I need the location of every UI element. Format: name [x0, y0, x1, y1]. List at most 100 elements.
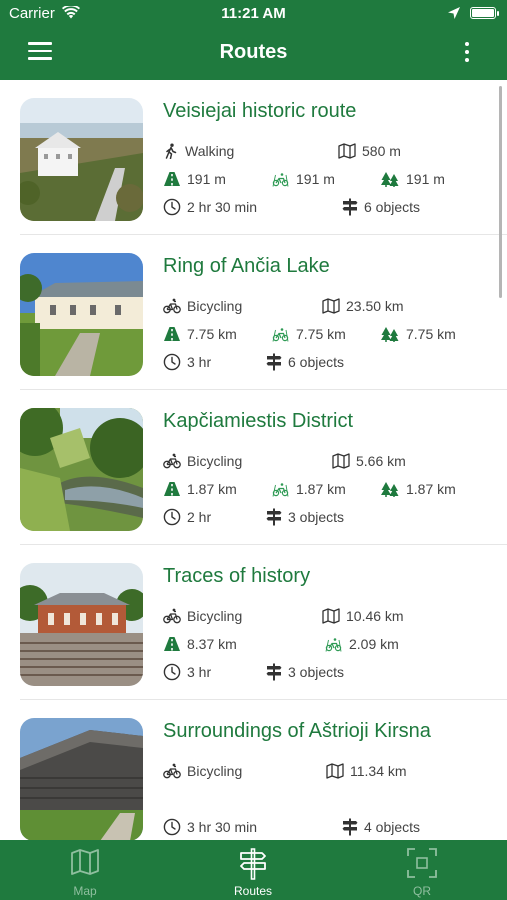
route-objects-value: 3 objects	[288, 509, 345, 525]
route-name[interactable]: Veisiejai historic route	[163, 100, 356, 123]
route-length-value: 23.50 km	[346, 298, 404, 314]
road-distance-value: 7.75 km	[187, 326, 237, 342]
bike-path-distance-value: 2.09 km	[349, 636, 399, 652]
road-distance: 1.87 km	[163, 481, 237, 497]
route-duration-value: 3 hr	[187, 354, 212, 370]
walking-icon	[163, 143, 179, 159]
clock-icon	[163, 508, 181, 526]
clock: 11:21 AM	[221, 5, 286, 22]
route-type-label: Walking	[185, 143, 235, 159]
location-arrow-icon	[447, 6, 461, 24]
route-name[interactable]: Kapčiamiestis District	[163, 410, 353, 433]
route-objects-value: 4 objects	[364, 819, 421, 835]
clock-icon	[163, 353, 181, 371]
route-thumbnail	[20, 253, 143, 376]
route-thumbnail	[20, 563, 143, 686]
road-distance-value: 8.37 km	[187, 636, 237, 652]
forest-distance-value: 7.75 km	[406, 326, 456, 342]
forest-distance: 1.87 km	[380, 481, 456, 497]
route-card[interactable]: Kapčiamiestis District Bicycling 5.66 km…	[0, 390, 507, 545]
route-objects: 6 objects	[266, 353, 344, 371]
bike-path-distance-value: 1.87 km	[296, 481, 346, 497]
qr-scan-icon	[407, 848, 437, 878]
signpost-icon	[342, 198, 358, 216]
bicycle-icon	[163, 763, 181, 779]
bike-path-distance-value: 7.75 km	[296, 326, 346, 342]
signpost-icon	[266, 663, 282, 681]
signpost-icon	[266, 508, 282, 526]
forest-distance: 191 m	[380, 171, 445, 187]
signpost-icon	[240, 848, 266, 880]
routes-list[interactable]: Veisiejai historic route Walking 580 m 1…	[0, 80, 507, 840]
route-type: Bicycling	[163, 608, 242, 624]
road-distance-value: 1.87 km	[187, 481, 237, 497]
route-objects: 6 objects	[342, 198, 420, 216]
route-objects-value: 3 objects	[288, 664, 345, 680]
map-icon	[332, 453, 350, 469]
route-duration-value: 3 hr	[187, 664, 212, 680]
more-options-icon[interactable]	[462, 42, 472, 64]
route-type-label: Bicycling	[187, 608, 243, 624]
bike-path-distance: 1.87 km	[272, 481, 346, 497]
signpost-icon	[342, 818, 358, 836]
route-thumbnail	[20, 98, 143, 221]
tab-label: Routes	[233, 884, 273, 898]
map-icon	[322, 608, 340, 624]
bike-path-distance: 191 m	[272, 171, 335, 187]
route-type-label: Bicycling	[187, 298, 243, 314]
route-card[interactable]: Surroundings of Aštrioji Kirsna Bicyclin…	[0, 700, 507, 840]
route-type-label: Bicycling	[187, 453, 243, 469]
route-length: 11.34 km	[326, 763, 407, 779]
route-name[interactable]: Traces of history	[163, 565, 310, 588]
bike-path-icon	[272, 326, 290, 342]
route-thumbnail	[20, 718, 143, 840]
route-card[interactable]: Traces of history Bicycling 10.46 km 8.3…	[0, 545, 507, 700]
road-distance: 191 m	[163, 171, 226, 187]
route-card[interactable]: Ring of Ančia Lake Bicycling 23.50 km 7.…	[0, 235, 507, 390]
status-bar: Carrier 11:21 AM	[0, 0, 507, 28]
bicycle-icon	[163, 453, 181, 469]
tab-qr[interactable]: QR	[362, 840, 482, 900]
route-type: Bicycling	[163, 298, 242, 314]
route-length: 10.46 km	[322, 608, 404, 624]
tab-map[interactable]: Map	[25, 840, 145, 900]
road-icon	[163, 636, 181, 652]
forest-icon	[380, 326, 400, 342]
bike-path-icon	[272, 171, 290, 187]
route-thumbnail	[20, 408, 143, 531]
route-duration: 2 hr 30 min	[163, 198, 257, 216]
road-icon	[163, 326, 181, 342]
route-card[interactable]: Veisiejai historic route Walking 580 m 1…	[0, 80, 507, 235]
tab-routes[interactable]: Routes	[193, 840, 313, 900]
battery-icon	[470, 7, 496, 19]
forest-distance-value: 1.87 km	[406, 481, 456, 497]
clock-icon	[163, 663, 181, 681]
map-icon	[71, 849, 99, 875]
page-title: Routes	[219, 41, 288, 63]
route-type: Bicycling	[163, 763, 242, 779]
route-length: 5.66 km	[332, 453, 406, 469]
route-length: 580 m	[338, 143, 401, 159]
road-icon	[163, 171, 181, 187]
route-objects: 3 objects	[266, 508, 344, 526]
route-name[interactable]: Surroundings of Aštrioji Kirsna	[163, 720, 431, 743]
route-objects: 3 objects	[266, 663, 344, 681]
bike-path-distance: 7.75 km	[272, 326, 346, 342]
route-length-value: 5.66 km	[356, 453, 406, 469]
tab-bar: Map Routes QR	[0, 840, 507, 900]
route-type: Bicycling	[163, 453, 242, 469]
route-type-label: Bicycling	[187, 763, 243, 779]
route-name[interactable]: Ring of Ančia Lake	[163, 255, 330, 278]
forest-distance-value: 191 m	[406, 171, 445, 187]
scrollbar[interactable]	[499, 86, 502, 298]
road-distance: 7.75 km	[163, 326, 237, 342]
map-icon	[326, 763, 344, 779]
tab-label: Map	[73, 884, 97, 898]
bike-path-icon	[272, 481, 290, 497]
signpost-icon	[266, 353, 282, 371]
route-length: 23.50 km	[322, 298, 404, 314]
route-objects-value: 6 objects	[364, 199, 421, 215]
route-duration-value: 3 hr 30 min	[187, 819, 258, 835]
bike-path-distance: 2.09 km	[325, 636, 399, 652]
nav-bar: Routes	[0, 28, 507, 80]
